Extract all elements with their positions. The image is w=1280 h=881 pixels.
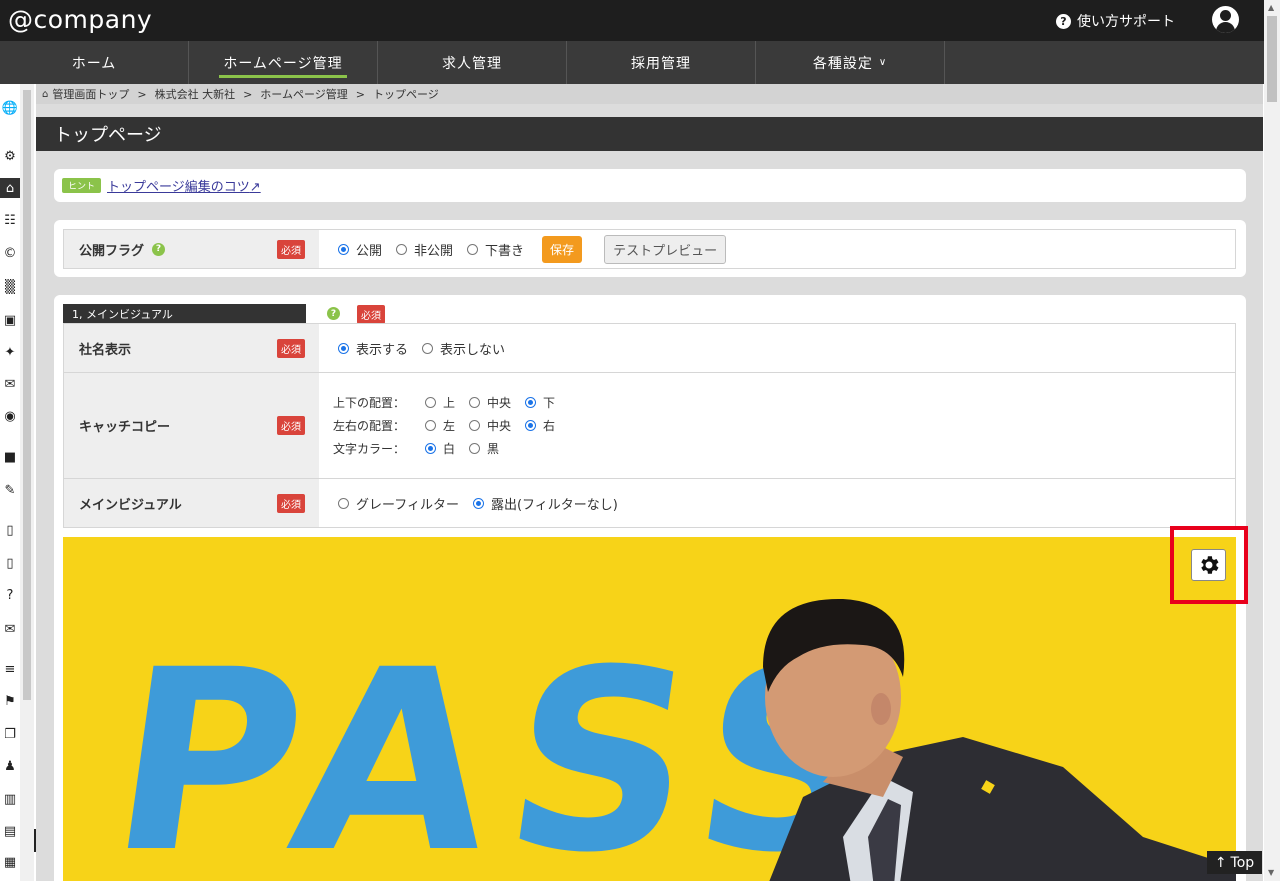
document-icon[interactable]: ▤ [2,823,18,839]
breadcrumb-current: トップページ [372,88,439,101]
breadcrumb: ⌂ 管理画面トップ > 株式会社 大新社 > ホームページ管理 > トップページ [36,84,1263,104]
nav-home[interactable]: ホーム [0,41,189,84]
globe-icon[interactable]: 🌐 [2,100,18,116]
main-visual-image: PASS [63,537,1236,881]
help-support-label: 使い方サポート [1077,14,1175,30]
main-visual-label: メインビジュアル [79,497,182,513]
company-name-label: 社名表示 [79,342,132,358]
save-button[interactable]: 保存 [542,235,583,263]
arrow-up-icon: ↑ [1214,854,1227,871]
hint-card: ヒント トップページ編集のコツ↗ [54,169,1246,202]
hint-link[interactable]: トップページ編集のコツ↗ [107,176,261,195]
publish-flag-label: 公開フラグ [79,243,145,259]
person-photo [763,598,1236,881]
required-badge: 必須 [277,493,305,513]
nav-settings[interactable]: 各種設定 ∨ [756,41,945,84]
horizontal-position-row: 左右の配置： 左 中央 右 [333,417,556,434]
nav-homepage-management[interactable]: ホームページ管理 [189,41,378,84]
person-icon[interactable]: ♟ [2,758,18,774]
radio-middle[interactable]: 中央 [469,394,511,411]
help-support-link[interactable]: ? 使い方サポート [1056,11,1175,31]
home-icon[interactable]: ⌂ [0,178,20,198]
test-preview-button[interactable]: テストプレビュー [604,234,727,264]
mail-icon[interactable]: ✉ [2,621,18,637]
radio-black[interactable]: 黒 [469,440,499,457]
radio-publish[interactable]: 公開 [338,240,382,259]
pencil-icon[interactable]: ✎ [2,482,18,498]
breadcrumb-item[interactable]: 管理画面トップ [52,86,129,102]
required-badge: 必須 [277,416,305,435]
nav-recruitment-management[interactable]: 採用管理 [567,41,756,84]
factory-icon[interactable]: ▒ [2,279,18,295]
pdf-file-icon[interactable]: ▯ [2,522,18,538]
radio-left[interactable]: 左 [425,417,455,434]
top-bar: @company ? 使い方サポート [0,0,1264,41]
help-icon[interactable]: ? [152,242,166,256]
page-scrollbar[interactable]: ▲ ▼ [1264,0,1280,881]
question-icon: ? [1056,13,1071,29]
publish-card: 公開フラグ ? 必須 公開 非公開 下書き 保存 テストプレビュー [54,220,1246,277]
required-badge: 必須 [277,338,305,358]
external-link-icon: ↗ [249,180,261,195]
section-title: 1, メインビジュアル [63,304,306,323]
required-badge: 必須 [357,305,385,324]
radio-gray-filter[interactable]: グレーフィルター [338,494,459,513]
main-visual-card: 1, メインビジュアル ? 必須 社名表示 必須 表示する 表示しない キャッチ… [54,295,1246,881]
scroll-up-arrow-icon[interactable]: ▲ [1268,3,1274,12]
text-color-row: 文字カラー： 白 黒 [333,440,500,457]
chevron-down-icon: ∨ [878,57,888,68]
question-circle-icon[interactable]: ? [2,587,18,603]
copy-icon[interactable]: ❐ [2,726,18,742]
camera-icon[interactable]: ■ [2,449,18,465]
cube-icon[interactable]: ▣ [2,312,18,328]
handshake-icon[interactable]: ✦ [2,344,18,360]
radio-center[interactable]: 中央 [469,417,511,434]
radio-unpublish[interactable]: 非公開 [396,240,453,259]
home-icon: ⌂ [42,88,49,100]
help-icon[interactable]: ? [327,307,340,320]
breadcrumb-item[interactable]: 株式会社 大新社 [155,86,236,102]
radio-top[interactable]: 上 [425,394,455,411]
radio-no-filter[interactable]: 露出(フィルターなし) [472,494,618,513]
main-content: ⌂ 管理画面トップ > 株式会社 大新社 > ホームページ管理 > トップページ… [36,84,1263,881]
catch-copy-label: キャッチコピー [79,420,171,435]
company-logo[interactable]: @company [8,5,152,34]
copyright-icon[interactable]: © [2,245,18,261]
required-badge: 必須 [277,239,305,259]
page-title: トップページ [36,117,1263,151]
gear-icon[interactable]: ⚙ [2,148,18,164]
radio-hide-company[interactable]: 表示しない [422,339,505,358]
sidebar-rail: 🌐 ⚙ ⌂ ☷ © ▒ ▣ ✦ ✉ ◉ ■ ✎ ▯ ▯ ? ✉ ≡ ⚑ ❐ ♟ … [0,84,20,881]
user-avatar-icon[interactable] [1212,6,1239,33]
user-circle-icon[interactable]: ◉ [2,408,18,424]
nav-job-management[interactable]: 求人管理 [378,41,567,84]
highlight-box [1170,526,1248,604]
radio-white[interactable]: 白 [425,440,455,457]
envelope-open-icon[interactable]: ✉ [2,376,18,392]
radio-right[interactable]: 右 [525,417,555,434]
list-icon[interactable]: ≡ [2,661,18,677]
scroll-down-arrow-icon[interactable]: ▼ [1268,868,1274,877]
hint-badge: ヒント [62,178,102,193]
vertical-position-row: 上下の配置： 上 中央 下 [333,394,556,411]
building-icon[interactable]: ▥ [2,791,18,807]
sidebar-scrollbar[interactable] [20,84,34,881]
radio-bottom[interactable]: 下 [525,394,555,411]
main-nav: ホーム ホームページ管理 求人管理 採用管理 各種設定 ∨ [0,41,1264,84]
pdf-file-icon-2[interactable]: ▯ [2,555,18,571]
scroll-to-top-button[interactable]: ↑ Top [1207,851,1262,874]
radio-show-company[interactable]: 表示する [338,339,408,358]
newspaper-icon[interactable]: ☷ [2,212,18,228]
radio-draft[interactable]: 下書き [467,240,524,259]
flag-icon[interactable]: ⚑ [2,693,18,709]
breadcrumb-item[interactable]: ホームページ管理 [260,86,347,102]
table-icon[interactable]: ▦ [2,854,18,870]
